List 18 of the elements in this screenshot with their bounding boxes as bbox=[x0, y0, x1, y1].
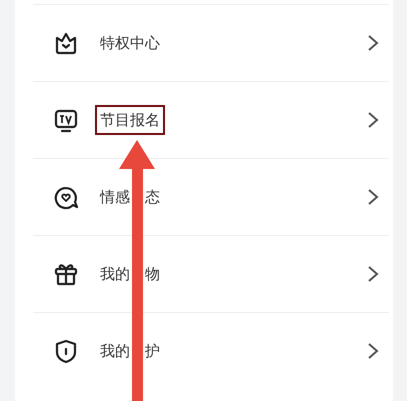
chevron-icon bbox=[367, 265, 379, 283]
menu-label: 物 bbox=[145, 264, 160, 284]
menu-label: 我的 bbox=[100, 341, 130, 361]
menu-label: 特权中心 bbox=[100, 33, 160, 53]
tv-icon bbox=[53, 107, 79, 133]
chat-heart-icon bbox=[53, 184, 79, 210]
menu-label: 情感 bbox=[100, 187, 130, 207]
chevron-icon bbox=[367, 342, 379, 360]
menu-label: 节目报名 bbox=[100, 110, 160, 130]
crown-icon bbox=[53, 30, 79, 56]
shield-icon bbox=[53, 338, 79, 364]
chevron-icon bbox=[367, 188, 379, 206]
menu-label: 护 bbox=[145, 341, 160, 361]
chevron-icon bbox=[367, 111, 379, 129]
menu-item[interactable]: 特权中心 bbox=[33, 4, 389, 81]
chevron-icon bbox=[367, 34, 379, 52]
menu-label: 态 bbox=[145, 187, 160, 207]
menu-label: 我的 bbox=[100, 264, 130, 284]
